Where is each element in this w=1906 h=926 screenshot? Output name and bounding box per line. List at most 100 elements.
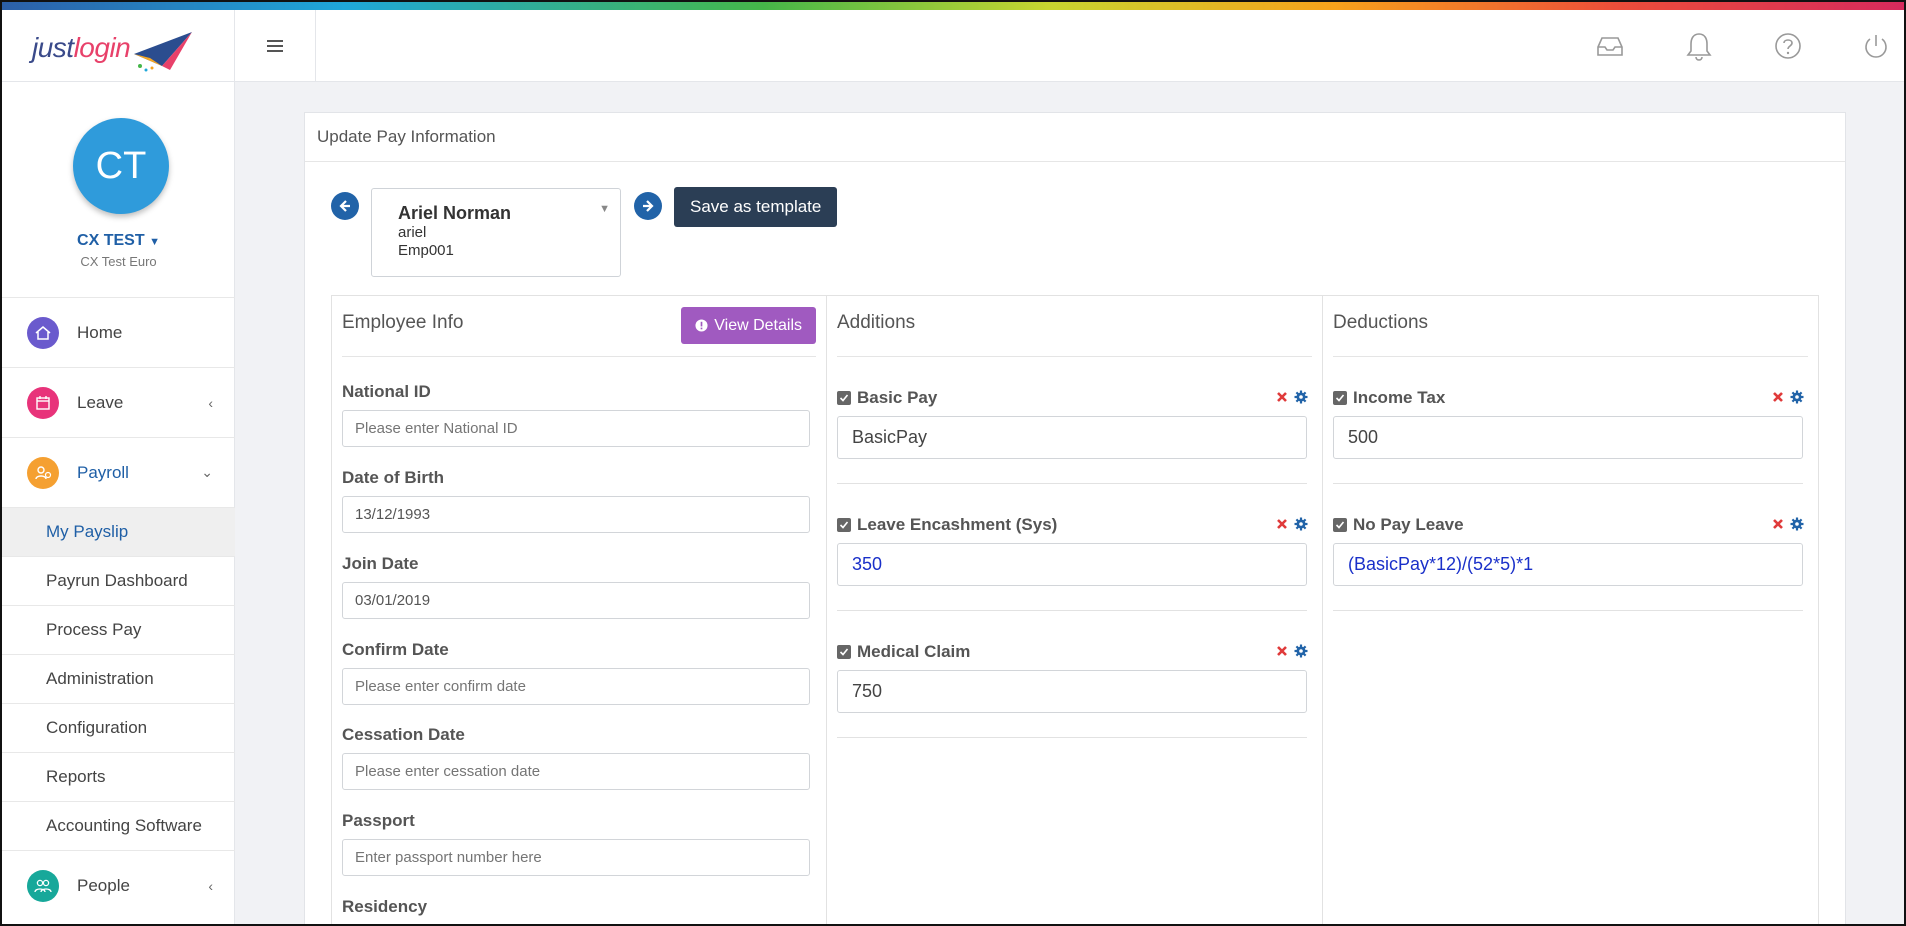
checkbox-checked-icon (837, 518, 851, 532)
sidebar-subitem-payrun-dashboard[interactable]: Payrun Dashboard (2, 556, 235, 605)
medical-claim-checkbox[interactable]: Medical Claim (837, 642, 970, 662)
inbox-icon (1597, 37, 1623, 56)
home-icon (27, 316, 59, 349)
divider (342, 356, 816, 357)
employee-info-panel: Employee Info View Details National ID D… (331, 295, 827, 924)
update-pay-card: Update Pay Information Ariel Norman arie… (304, 112, 1846, 924)
sidebar: CT CX TEST ▼ CX Test Euro Home Leave ‹ P… (2, 82, 235, 924)
checkbox-checked-icon (1333, 518, 1347, 532)
divider (1333, 483, 1803, 484)
residency-label: Residency (342, 897, 428, 916)
help-button[interactable] (1772, 30, 1804, 62)
logout-button[interactable] (1860, 30, 1892, 62)
employee-id: Emp001 (398, 242, 454, 259)
previous-employee-button[interactable] (331, 192, 359, 220)
top-color-bar (2, 2, 1904, 10)
view-details-button[interactable]: View Details (681, 307, 816, 344)
sidebar-item-people[interactable]: People ‹ (2, 850, 235, 920)
checkbox-checked-icon (837, 391, 851, 405)
avatar[interactable]: CT (73, 118, 169, 214)
leave-encashment-checkbox[interactable]: Leave Encashment (Sys) (837, 515, 1057, 535)
cessation-date-label: Cessation Date (342, 725, 465, 744)
income-tax-actions (1772, 390, 1804, 404)
no-pay-leave-checkbox[interactable]: No Pay Leave (1333, 515, 1464, 535)
remove-icon[interactable] (1276, 391, 1288, 403)
save-as-template-button[interactable]: Save as template (674, 187, 838, 227)
sidebar-item-leave[interactable]: Leave ‹ (2, 367, 235, 437)
basic-pay-value[interactable]: BasicPay (837, 416, 1307, 459)
no-pay-leave-actions (1772, 517, 1804, 531)
calendar-icon (27, 386, 59, 419)
item-label: Leave Encashment (Sys) (857, 515, 1058, 534)
checkbox-checked-icon (1333, 391, 1347, 405)
sidebar-item-label: Payroll (77, 462, 129, 482)
hamburger-icon (267, 40, 283, 52)
caret-down-icon: ▼ (599, 203, 610, 215)
chevron-left-icon: ‹ (208, 394, 213, 411)
remove-icon[interactable] (1276, 645, 1288, 657)
join-date-input[interactable]: 03/01/2019 (342, 582, 810, 619)
item-label: Medical Claim (857, 642, 971, 661)
basic-pay-actions (1276, 390, 1308, 404)
sidebar-item-label: Home (77, 322, 123, 342)
chevron-left-icon: ‹ (208, 877, 213, 894)
income-tax-value[interactable]: 500 (1333, 416, 1803, 459)
remove-icon[interactable] (1772, 518, 1784, 530)
divider (837, 610, 1307, 611)
user-menu-toggle[interactable]: CX TEST ▼ (2, 232, 235, 250)
logo[interactable]: justlogin (2, 10, 235, 82)
divider (837, 483, 1307, 484)
caret-down-icon: ▼ (149, 236, 160, 248)
income-tax-checkbox[interactable]: Income Tax (1333, 388, 1445, 408)
additions-panel: Additions Basic Pay BasicPay Leave Encas… (826, 295, 1323, 924)
gear-icon[interactable] (1294, 517, 1308, 531)
deductions-panel: Deductions Income Tax 500 No Pay Leave (… (1322, 295, 1819, 924)
sidebar-subitem-configuration[interactable]: Configuration (2, 703, 235, 752)
page-title: Update Pay Information (305, 113, 1845, 162)
leave-encashment-actions (1276, 517, 1308, 531)
item-label: No Pay Leave (1353, 515, 1464, 534)
sidebar-item-payroll[interactable]: Payroll ⌄ (2, 437, 235, 507)
gear-icon[interactable] (1294, 644, 1308, 658)
sidebar-subitem-process-pay[interactable]: Process Pay (2, 605, 235, 654)
basic-pay-checkbox[interactable]: Basic Pay (837, 388, 937, 408)
deductions-title: Deductions (1333, 312, 1429, 333)
confirm-date-input[interactable] (342, 668, 810, 705)
employee-select[interactable]: Ariel Norman ariel Emp001 ▼ (371, 188, 621, 277)
remove-icon[interactable] (1772, 391, 1784, 403)
employee-info-title: Employee Info (342, 312, 464, 333)
remove-icon[interactable] (1276, 518, 1288, 530)
divider (837, 737, 1307, 738)
sidebar-subitem-reports[interactable]: Reports (2, 752, 235, 801)
next-employee-button[interactable] (634, 192, 662, 220)
sidebar-subitem-my-payslip[interactable]: My Payslip (2, 507, 235, 556)
sidebar-subitem-accounting-software[interactable]: Accounting Software (2, 801, 235, 850)
gear-icon[interactable] (1790, 390, 1804, 404)
divider (1333, 356, 1808, 357)
cessation-date-input[interactable] (342, 753, 810, 790)
leave-encashment-value[interactable]: 350 (837, 543, 1307, 586)
item-label: Basic Pay (857, 388, 938, 407)
national-id-input[interactable] (342, 410, 810, 447)
national-id-label: National ID (342, 382, 431, 401)
inbox-button[interactable] (1594, 30, 1626, 62)
sidebar-item-home[interactable]: Home (2, 297, 235, 367)
app-window: justlogin CT CX TEST ▼ CX Test Euro Home… (0, 0, 1906, 926)
hamburger-menu-button[interactable] (235, 10, 316, 82)
passport-input[interactable] (342, 839, 810, 876)
arrow-left-icon (339, 200, 350, 212)
checkbox-checked-icon (837, 645, 851, 659)
gear-icon[interactable] (1790, 517, 1804, 531)
notifications-button[interactable] (1683, 30, 1715, 62)
date-of-birth-input[interactable]: 13/12/1993 (342, 496, 810, 533)
view-details-label: View Details (714, 316, 802, 334)
medical-claim-value[interactable]: 750 (837, 670, 1307, 713)
arrow-right-icon (643, 200, 654, 212)
sidebar-subitem-administration[interactable]: Administration (2, 654, 235, 703)
divider (1333, 610, 1803, 611)
divider (837, 356, 1312, 357)
sidebar-item-label: People (77, 875, 130, 895)
gear-icon[interactable] (1294, 390, 1308, 404)
no-pay-leave-value[interactable]: (BasicPay*12)/(52*5)*1 (1333, 543, 1803, 586)
user-company: CX Test Euro (80, 254, 157, 269)
